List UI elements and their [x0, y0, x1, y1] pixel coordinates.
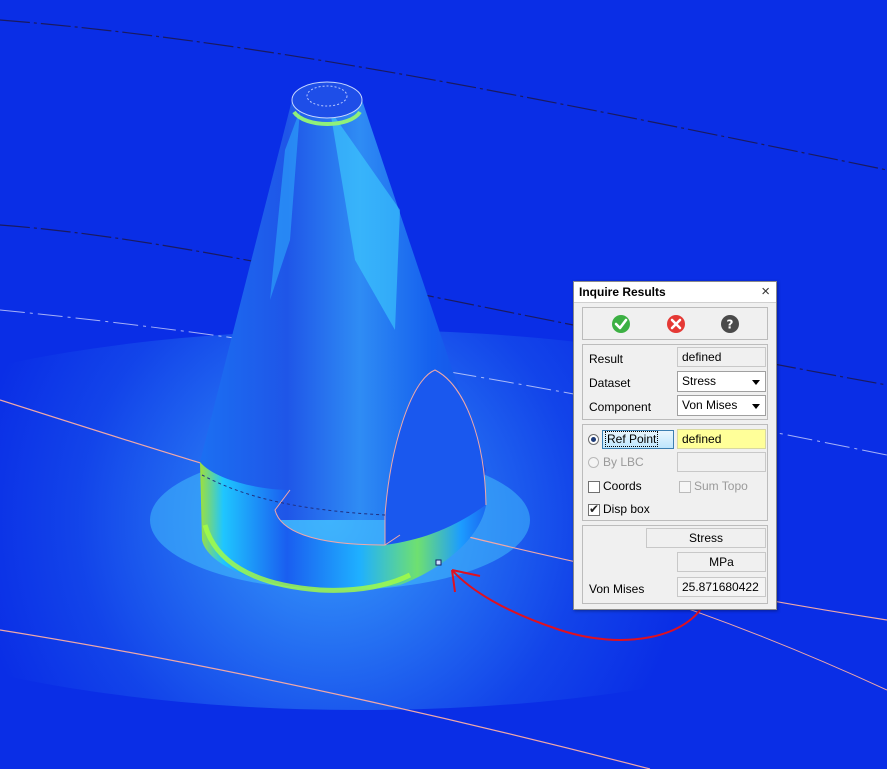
result-settings: Result defined Dataset Stress Component … [582, 344, 768, 420]
disp-box-label: Disp box [603, 502, 650, 516]
coords-label: Coords [603, 479, 642, 493]
dataset-label: Dataset [589, 376, 631, 390]
component-select[interactable]: Von Mises [677, 395, 766, 416]
dataset-value: Stress [682, 374, 717, 388]
sum-topo-label: Sum Topo [694, 479, 748, 493]
by-lbc-label: By LBC [603, 455, 644, 469]
dialog-title: Inquire Results [579, 285, 666, 299]
chevron-down-icon [752, 404, 760, 409]
coords-checkbox[interactable] [588, 481, 600, 493]
close-icon[interactable]: × [761, 283, 770, 301]
action-bar: ? [582, 307, 768, 340]
svg-text:?: ? [727, 318, 734, 332]
result-label: Result [589, 352, 624, 366]
result-field[interactable]: defined [677, 347, 766, 367]
cancel-icon[interactable] [665, 313, 687, 335]
ref-point-field[interactable]: defined [677, 429, 766, 449]
dataset-select[interactable]: Stress [677, 371, 766, 392]
component-label: Component [589, 400, 652, 414]
by-lbc-field[interactable] [677, 452, 766, 472]
checkmark-icon: ✔ [589, 502, 600, 516]
component-value: Von Mises [682, 398, 738, 412]
von-mises-label: Von Mises [589, 582, 645, 596]
chevron-down-icon [752, 380, 760, 385]
ok-icon[interactable] [610, 313, 632, 335]
ref-point-radio[interactable] [588, 434, 599, 445]
ref-point-button-label: Ref Point [605, 431, 659, 447]
output-unit: MPa [677, 552, 766, 572]
ref-point-marker [435, 559, 442, 566]
cone-top-cap [291, 81, 363, 119]
by-lbc-radio[interactable] [588, 457, 599, 468]
von-mises-value[interactable]: 25.871680422 [677, 577, 766, 597]
inquiry-options: Ref Point defined By LBC Coords Sum Topo… [582, 424, 768, 521]
inquire-results-dialog: Inquire Results × ? Result defined Datas… [573, 281, 777, 610]
dialog-titlebar[interactable]: Inquire Results × [574, 282, 776, 303]
output-quantity: Stress [646, 528, 766, 548]
sum-topo-checkbox[interactable] [679, 481, 691, 493]
help-icon[interactable]: ? [719, 313, 741, 335]
result-output: Stress MPa Von Mises 25.871680422 [582, 525, 768, 604]
ref-point-button[interactable]: Ref Point [602, 430, 674, 449]
disp-box-checkbox[interactable]: ✔ [588, 502, 600, 516]
